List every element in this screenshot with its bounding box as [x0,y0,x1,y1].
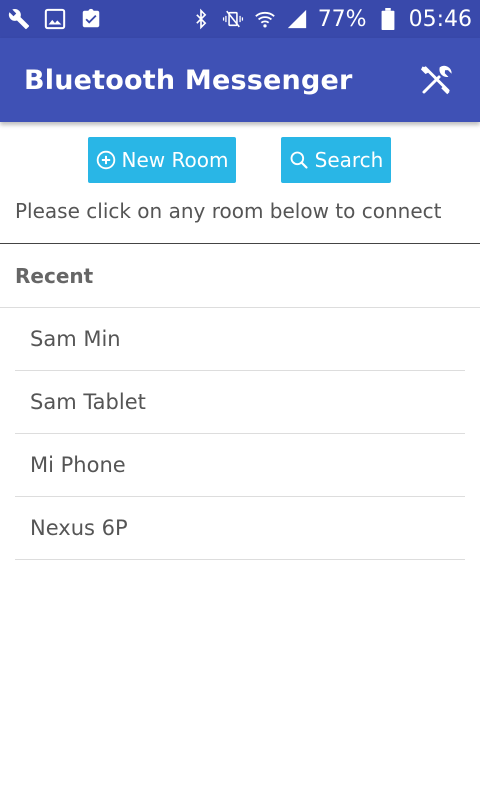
clipboard-check-icon [80,8,102,30]
image-icon [44,8,66,30]
search-label: Search [314,148,384,172]
divider [0,243,480,244]
app-bar: Bluetooth Messenger [0,38,480,122]
battery-percent: 77% [317,6,367,32]
signal-icon [286,8,308,30]
room-item[interactable]: Nexus 6P [15,497,465,560]
tools-icon [421,65,452,95]
bluetooth-icon [190,8,212,30]
recent-header: Recent [15,264,94,288]
room-item[interactable]: Sam Tablet [15,371,465,434]
plus-circle-icon [96,150,115,170]
search-button[interactable]: Search [281,137,391,183]
wrench-icon [8,8,30,30]
room-item[interactable]: Mi Phone [15,434,465,497]
action-buttons: New Room Search [0,137,480,183]
tools-button[interactable] [416,60,456,100]
search-icon [290,151,308,169]
status-right: 77% 05:46 [190,7,472,32]
app-title: Bluetooth Messenger [24,64,353,96]
new-room-label: New Room [121,148,229,172]
wifi-icon [254,8,276,30]
room-list: Sam Min Sam Tablet Mi Phone Nexus 6P [15,308,465,560]
vibrate-mute-icon [222,8,244,30]
status-time: 05:46 [408,6,472,32]
connect-hint: Please click on any room below to connec… [15,199,442,223]
status-left [8,8,102,30]
room-item[interactable]: Sam Min [15,308,465,371]
status-bar: 77% 05:46 [0,0,480,38]
battery-icon [377,8,399,30]
new-room-button[interactable]: New Room [88,137,236,183]
